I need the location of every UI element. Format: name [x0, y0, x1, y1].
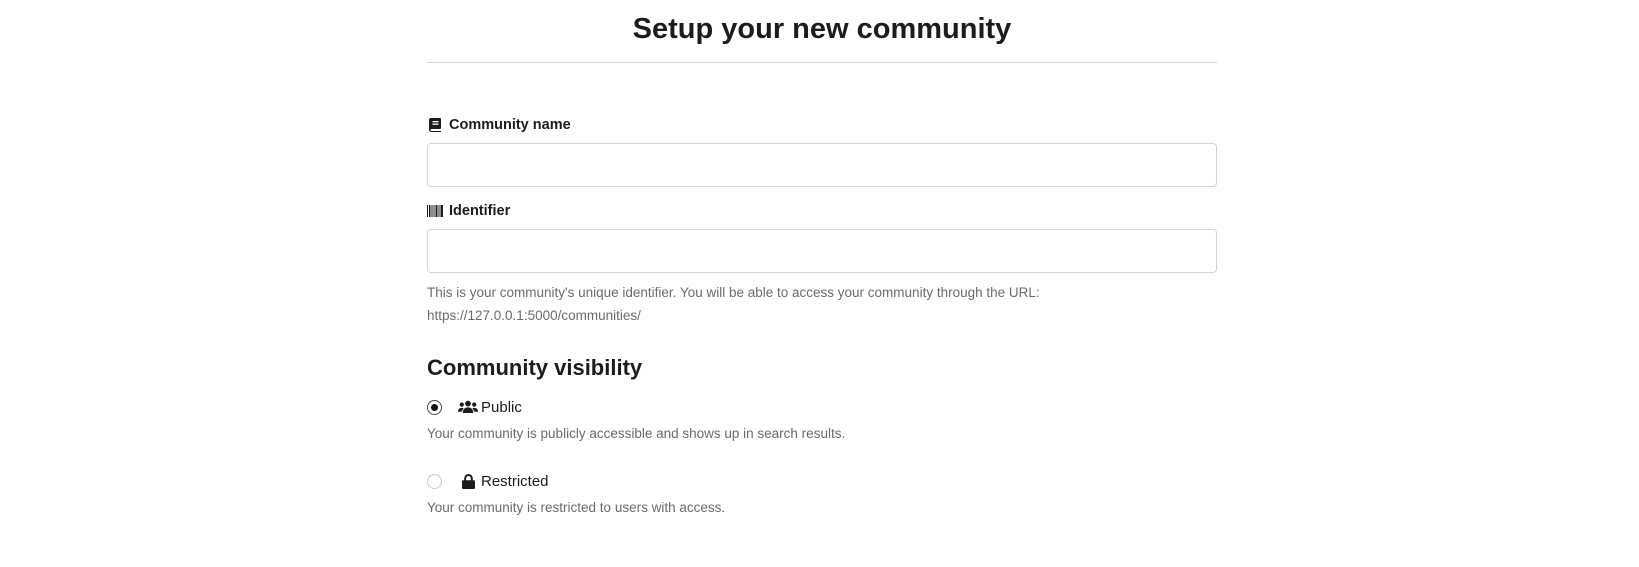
barcode-icon	[427, 203, 443, 219]
identifier-label-text: Identifier	[449, 203, 511, 219]
identifier-url-prefix: https://127.0.0.1:5000/communities/	[427, 308, 641, 323]
visibility-option-public: Public Your community is publicly access…	[427, 395, 1217, 444]
public-label[interactable]: Public	[481, 399, 522, 416]
page-title: Setup your new community	[427, 0, 1217, 63]
visibility-restricted-row[interactable]: Restricted	[427, 469, 1217, 493]
identifier-label: Identifier	[427, 201, 1217, 221]
book-icon	[427, 117, 443, 133]
restricted-label[interactable]: Restricted	[481, 473, 549, 490]
community-name-field: Community name	[427, 115, 1217, 187]
restricted-description: Your community is restricted to users wi…	[427, 500, 726, 515]
lock-icon	[457, 473, 479, 489]
community-name-label-text: Community name	[449, 117, 571, 133]
community-setup-form: Setup your new community Community name	[427, 0, 1217, 518]
identifier-help-text: This is your community's unique identifi…	[427, 281, 1217, 327]
visibility-public-row[interactable]: Public	[427, 395, 1217, 419]
visibility-heading: Community visibility	[427, 355, 643, 380]
identifier-help-line: This is your community's unique identifi…	[427, 285, 1040, 300]
community-name-label: Community name	[427, 115, 1217, 135]
users-icon	[457, 399, 479, 415]
public-radio[interactable]	[427, 399, 442, 415]
community-name-input[interactable]	[427, 143, 1217, 187]
public-description: Your community is publicly accessible an…	[427, 426, 846, 441]
identifier-field: Identifier This is your community's uniq…	[427, 201, 1217, 327]
visibility-option-restricted: Restricted Your community is restricted …	[427, 469, 1217, 518]
identifier-input[interactable]	[427, 229, 1217, 273]
restricted-radio[interactable]	[427, 473, 442, 489]
